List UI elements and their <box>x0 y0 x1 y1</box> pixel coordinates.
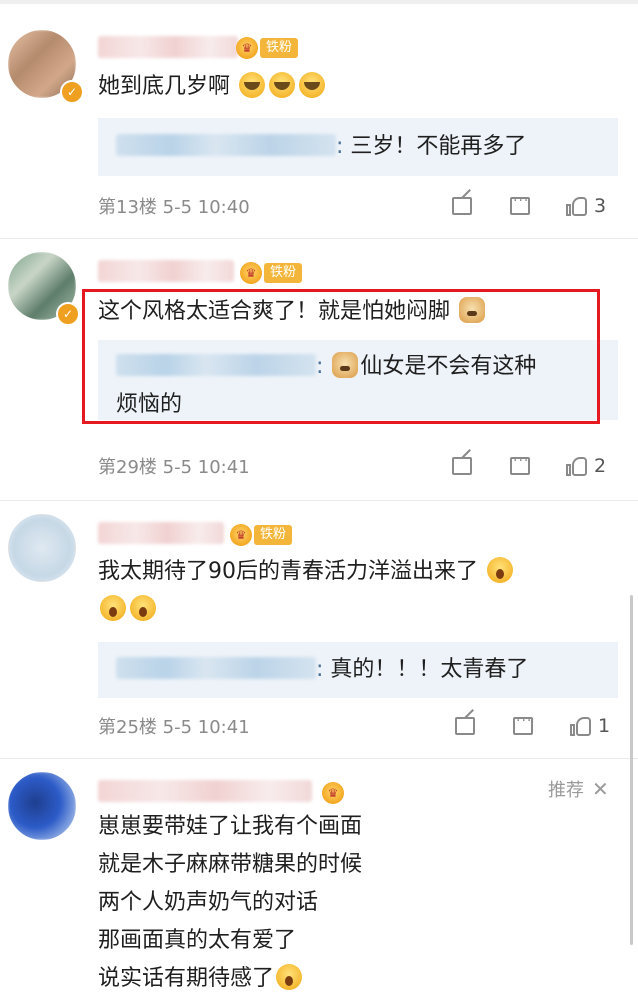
share-icon <box>452 197 472 215</box>
reply-text: 三岁！不能再多了 <box>350 134 527 159</box>
close-icon[interactable]: ✕ <box>592 777 609 801</box>
username-blurred[interactable] <box>98 36 238 58</box>
floor-label: 第13楼 <box>98 197 157 218</box>
fan-badge[interactable]: ♛ <box>322 782 344 804</box>
reply-username-blurred[interactable] <box>116 657 316 679</box>
reply-box[interactable]: : 真的！！！太青春了 <box>98 642 618 698</box>
crying-emoji-icon <box>239 72 266 98</box>
comment-line: 崽崽要带娃了让我有个画面 <box>98 814 363 839</box>
like-icon <box>566 195 588 217</box>
reply-separator: : <box>316 657 331 682</box>
comment-meta: 第25楼 5-5 10:41 <box>98 716 250 740</box>
share-button[interactable] <box>455 717 475 735</box>
like-button[interactable]: 2 <box>566 455 606 477</box>
scrollbar[interactable] <box>630 595 633 945</box>
like-button[interactable]: 3 <box>566 195 606 217</box>
fan-badge[interactable]: ♛ 铁粉 <box>240 262 303 284</box>
reply-box[interactable]: : 三岁！不能再多了 <box>98 118 618 176</box>
crown-icon: ♛ <box>230 524 252 546</box>
comment-time: 10:40 <box>197 197 250 218</box>
comment-date: 5-5 <box>162 717 193 738</box>
username-blurred[interactable] <box>98 260 234 282</box>
reply-username-blurred[interactable] <box>116 134 336 156</box>
comment-text: 她到底几岁啊 <box>98 68 327 106</box>
like-count: 1 <box>598 715 611 737</box>
crown-icon: ♛ <box>322 782 344 804</box>
comment-text: 我太期待了90后的青春活力洋溢出来了 <box>98 553 608 629</box>
recommend-tag[interactable]: 推荐 ✕ <box>548 776 609 802</box>
username-blurred[interactable] <box>98 522 224 544</box>
reply-button[interactable] <box>510 193 530 215</box>
floor-label: 第25楼 <box>98 717 157 738</box>
comment-line: 说实话有期待感了 <box>98 966 275 991</box>
share-button[interactable] <box>452 457 472 475</box>
avatar[interactable] <box>8 772 76 840</box>
share-icon <box>452 457 472 475</box>
shocked-emoji-icon <box>100 595 126 621</box>
fan-badge[interactable]: ♛ 铁粉 <box>230 524 293 546</box>
comment-date: 5-5 <box>162 197 193 218</box>
reply-button[interactable] <box>513 713 533 735</box>
reply-text: 真的！！！太青春了 <box>330 657 529 682</box>
crown-icon: ♛ <box>240 262 262 284</box>
comment-icon <box>513 713 533 735</box>
fan-badge-label: 铁粉 <box>264 263 303 283</box>
crying-emoji-icon <box>299 72 326 98</box>
comment-text-content: 她到底几岁啊 <box>98 74 231 99</box>
verified-icon: ✓ <box>56 302 80 326</box>
reply-button[interactable] <box>510 453 530 475</box>
comment-icon <box>510 453 530 475</box>
avatar[interactable] <box>8 514 76 582</box>
crown-icon: ♛ <box>236 37 258 59</box>
top-separator <box>0 0 638 4</box>
comment-meta: 第13楼 5-5 10:40 <box>98 196 250 220</box>
verified-icon: ✓ <box>60 80 84 104</box>
comment-time: 10:41 <box>197 457 250 478</box>
like-icon <box>570 715 592 737</box>
comment-text: 崽崽要带娃了让我有个画面 就是木子麻麻带糖果的时候 两个人奶声奶气的对话 那画面… <box>98 808 362 998</box>
fan-badge[interactable]: ♛ 铁粉 <box>236 37 299 59</box>
comment-divider <box>0 500 638 501</box>
share-icon <box>455 717 475 735</box>
highlight-box <box>82 289 600 424</box>
like-count: 3 <box>594 195 607 217</box>
like-button[interactable]: 1 <box>570 715 610 737</box>
comment-time: 10:41 <box>197 717 250 738</box>
comment-divider <box>0 238 638 239</box>
comment-divider <box>0 758 638 759</box>
recommend-label: 推荐 <box>548 780 584 801</box>
comment-line-with-emoji: 说实话有期待感了 <box>98 960 362 998</box>
reply-separator: : <box>336 134 351 159</box>
fan-badge-label: 铁粉 <box>260 38 299 58</box>
crying-emoji-icon <box>269 72 296 98</box>
like-count: 2 <box>594 455 607 477</box>
comment-meta: 第29楼 5-5 10:41 <box>98 456 250 480</box>
comment-date: 5-5 <box>162 457 193 478</box>
like-icon <box>566 455 588 477</box>
shocked-emoji-icon <box>487 557 513 583</box>
comment-line: 两个人奶声奶气的对话 <box>98 890 319 915</box>
comment-text-content: 我太期待了90后的青春活力洋溢出来了 <box>98 559 478 584</box>
fan-badge-label: 铁粉 <box>254 525 293 545</box>
comment-icon <box>510 193 530 215</box>
floor-label: 第29楼 <box>98 457 157 478</box>
shocked-emoji-icon <box>130 595 156 621</box>
comment-line: 那画面真的太有爱了 <box>98 928 297 953</box>
comment-line: 就是木子麻麻带糖果的时候 <box>98 852 363 877</box>
shocked-emoji-icon <box>276 964 303 990</box>
username-blurred[interactable] <box>98 780 312 802</box>
share-button[interactable] <box>452 197 472 215</box>
